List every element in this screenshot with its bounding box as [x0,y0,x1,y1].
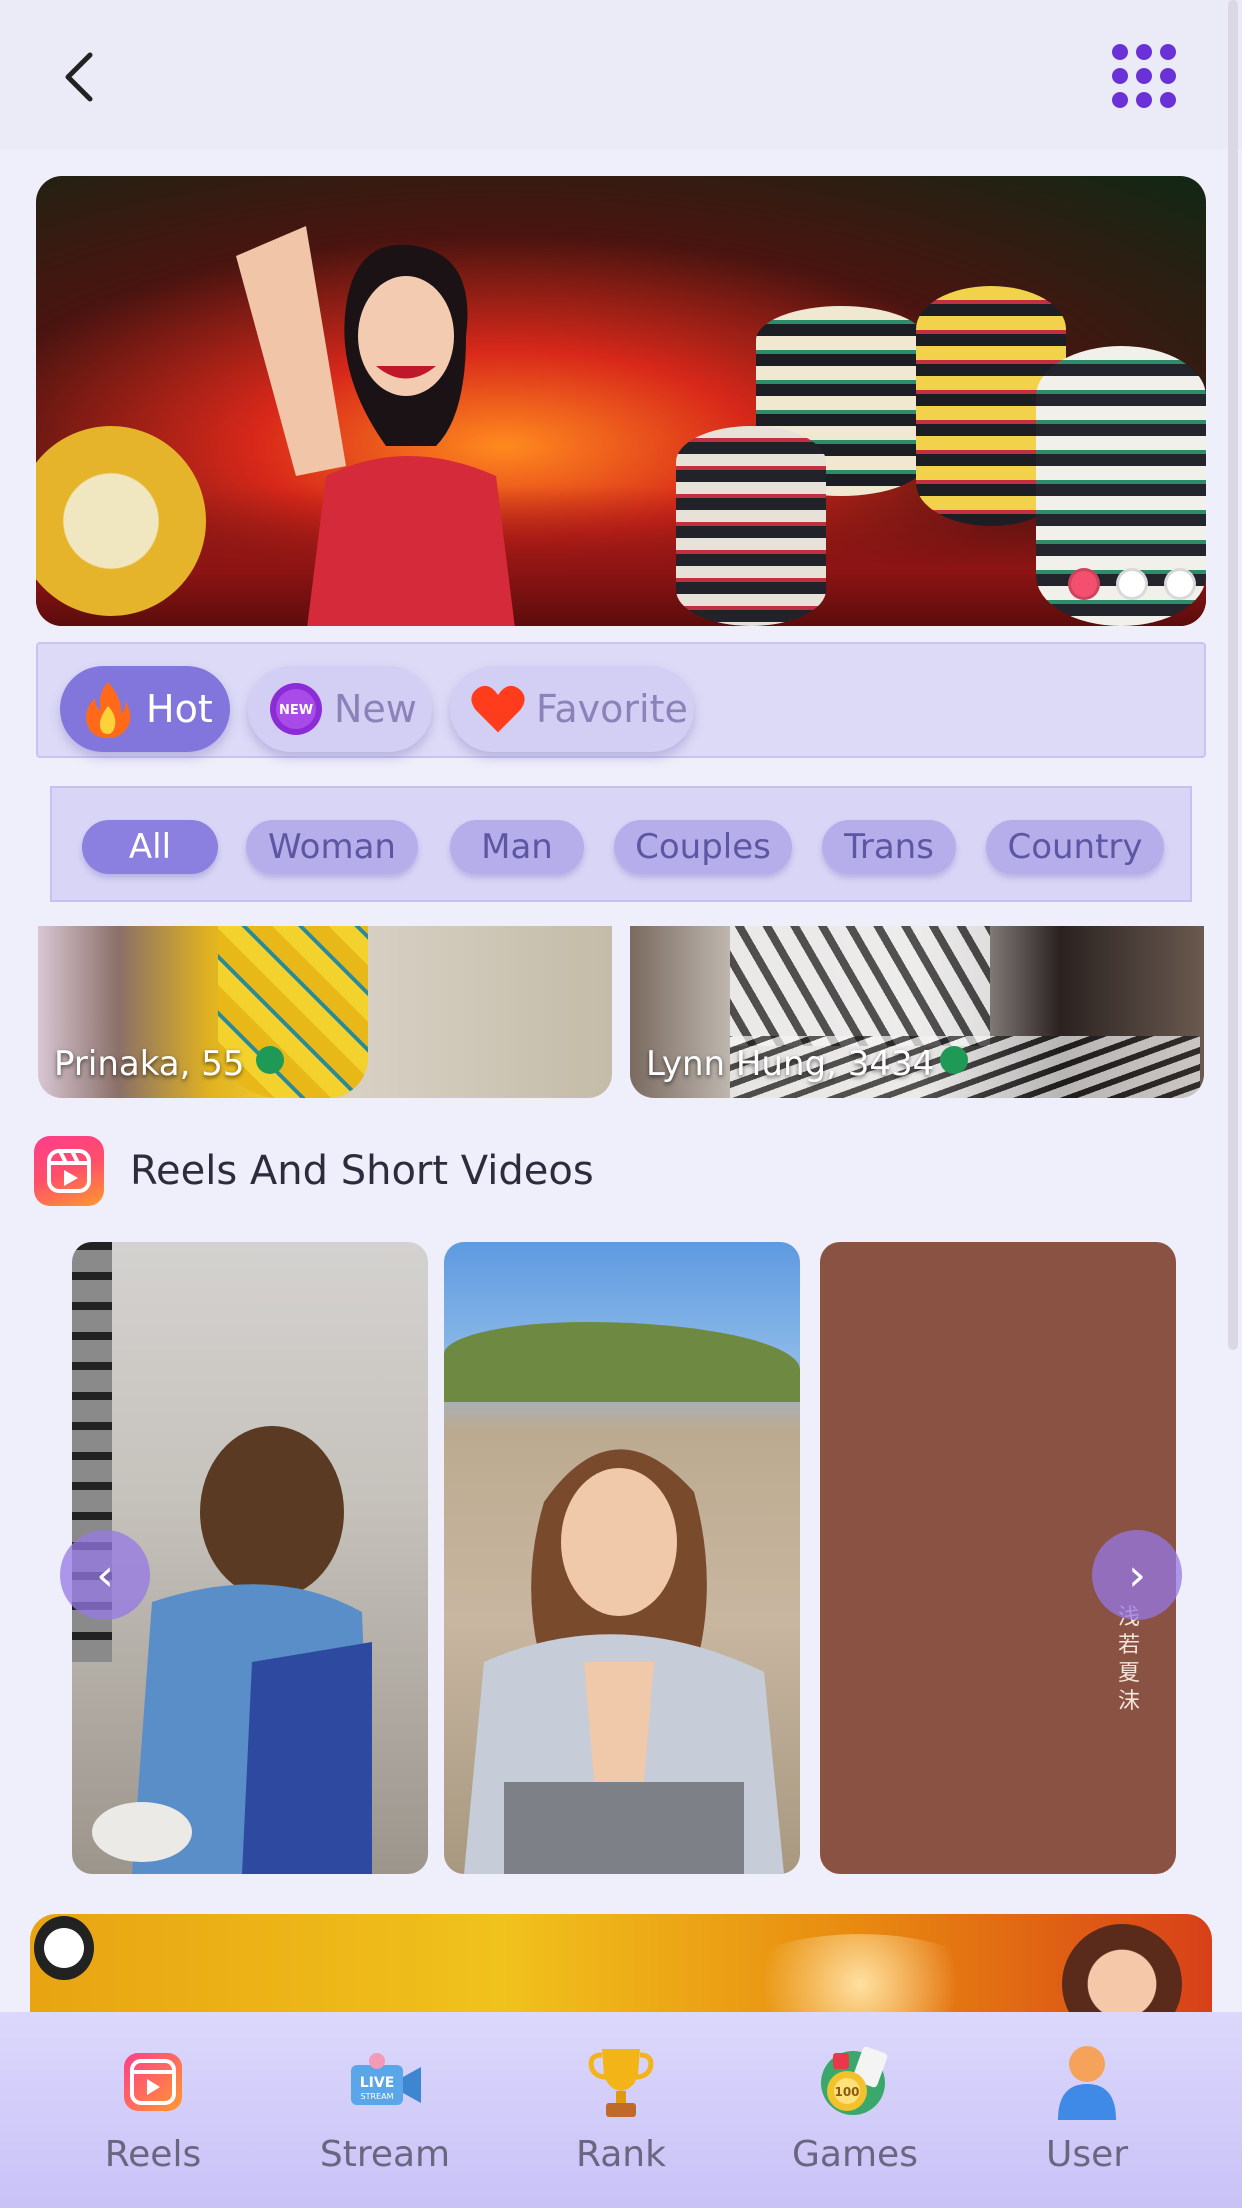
page-scrollbar[interactable] [1228,0,1238,1350]
category-tabs: Hot NEW New Favorite [36,642,1206,758]
svg-text:STREAM: STREAM [361,2092,394,2101]
filter-country[interactable]: Country [986,820,1164,874]
top-bar [0,0,1242,150]
grid-menu-button[interactable] [1112,44,1176,108]
bottom-navigation: Reels LIVE STREAM Stream Rank 100 Games … [0,2012,1242,2208]
reels-icon [113,2042,193,2122]
chevron-right-icon: › [1128,1549,1146,1601]
tab-favorite[interactable]: Favorite [450,666,694,752]
nav-label: Games [792,2134,918,2175]
tab-new[interactable]: NEW New [248,666,432,752]
online-status-indicator [940,1046,968,1074]
poker-chip-icon [34,1916,94,1980]
reels-prev-button[interactable]: ‹ [60,1530,150,1620]
tab-hot[interactable]: Hot [60,666,230,752]
nav-label: Reels [104,2134,202,2175]
user-icon [1047,2042,1127,2122]
carousel-dot[interactable] [1116,568,1148,600]
promo-banner-carousel[interactable] [36,176,1206,626]
profile-name: Prinaka, 55 [54,1044,245,1084]
filter-woman[interactable]: Woman [246,820,418,874]
nav-label: Rank [576,2134,666,2175]
nav-user[interactable]: User [1012,2042,1162,2192]
profile-card[interactable]: Lynn Hung, 3434 [630,926,1204,1098]
heart-icon [470,681,526,737]
section-title: Reels And Short Videos [130,1148,594,1194]
carousel-indicators [1068,568,1196,600]
nav-reels[interactable]: Reels [78,2042,228,2192]
profile-card[interactable]: Prinaka, 55 [38,926,612,1098]
chevron-left-icon: ‹ [96,1549,114,1601]
carousel-dot[interactable] [1068,568,1100,600]
back-button[interactable] [48,42,108,112]
svg-text:LIVE: LIVE [360,2075,395,2091]
nav-label: Stream [319,2134,451,2175]
tab-hot-label: Hot [146,687,213,731]
filter-man[interactable]: Man [450,820,584,874]
reel-thumbnail [464,1449,784,1874]
poker-chip-icon: 100 [815,2042,895,2122]
filter-couples[interactable]: Couples [614,820,792,874]
profile-name: Lynn Hung, 3434 [646,1044,935,1084]
new-badge-icon: NEW [268,681,324,737]
reel-card[interactable] [444,1242,800,1874]
online-status-indicator [256,1046,284,1074]
reel-caption: 浅若夏沫 [1117,1605,1140,1714]
nav-games[interactable]: 100 Games [780,2042,930,2192]
flame-icon [80,681,136,738]
carousel-dot[interactable] [1164,568,1196,600]
reels-section-header: Reels And Short Videos [34,1136,734,1206]
live-stream-icon: LIVE STREAM [345,2042,425,2122]
tab-favorite-label: Favorite [536,687,688,731]
filter-chips: All Woman Man Couples Trans Country [50,786,1192,902]
chevron-left-icon [65,52,93,102]
profile-photo [730,926,990,1046]
filter-all[interactable]: All [82,820,218,874]
nav-stream[interactable]: LIVE STREAM Stream [310,2042,460,2192]
tab-new-label: New [334,687,417,731]
reel-thumbnail [92,1426,372,1874]
svg-text:100: 100 [834,2085,859,2099]
filter-trans[interactable]: Trans [822,820,956,874]
grid-dots-icon [1112,44,1128,60]
trophy-icon [581,2042,661,2122]
reels-next-button[interactable]: › [1092,1530,1182,1620]
nav-label: User [1045,2134,1129,2175]
svg-text:NEW: NEW [279,703,313,718]
nav-rank[interactable]: Rank [546,2042,696,2192]
banner-model-image [236,226,515,626]
reels-icon [34,1136,104,1206]
